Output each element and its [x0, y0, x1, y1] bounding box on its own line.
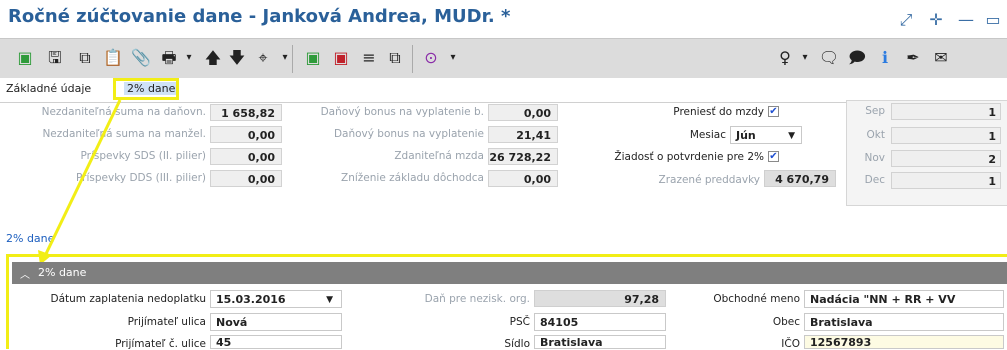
prijimatel-ulica-label: Prijímateľ ulica	[127, 316, 206, 328]
chevron-down-icon: ▼	[326, 295, 333, 305]
sidlo-label: Sídlo	[504, 338, 530, 350]
psc-label: PSČ	[509, 316, 530, 328]
ico-field[interactable]: 12567893	[804, 335, 1004, 349]
obchodne-meno-field[interactable]: Nadácia "NN + RR + VV	[804, 290, 1004, 308]
sidlo-field[interactable]: Bratislava	[534, 335, 666, 349]
dan-nezisk-label: Daň pre nezisk. org.	[424, 293, 530, 305]
prijimatel-cislo-label: Prijímateľ č. ulice	[115, 338, 206, 350]
prijimatel-ulica-field[interactable]: Nová	[210, 313, 342, 331]
obec-label: Obec	[772, 316, 800, 328]
obchodne-meno-label: Obchodné meno	[713, 293, 800, 305]
datum-zaplatenia-value: 15.03.2016	[216, 293, 286, 306]
datum-zaplatenia-field[interactable]: 15.03.2016 ▼	[210, 290, 342, 308]
dan-nezisk-value[interactable]: 97,28	[534, 290, 666, 307]
obec-field[interactable]: Bratislava	[804, 313, 1004, 331]
ico-label: IČO	[781, 338, 800, 350]
prijimatel-cislo-field[interactable]: 45	[210, 335, 342, 349]
datum-zaplatenia-label: Dátum zaplatenia nedoplatku	[50, 293, 207, 305]
psc-field[interactable]: 84105	[534, 313, 666, 331]
